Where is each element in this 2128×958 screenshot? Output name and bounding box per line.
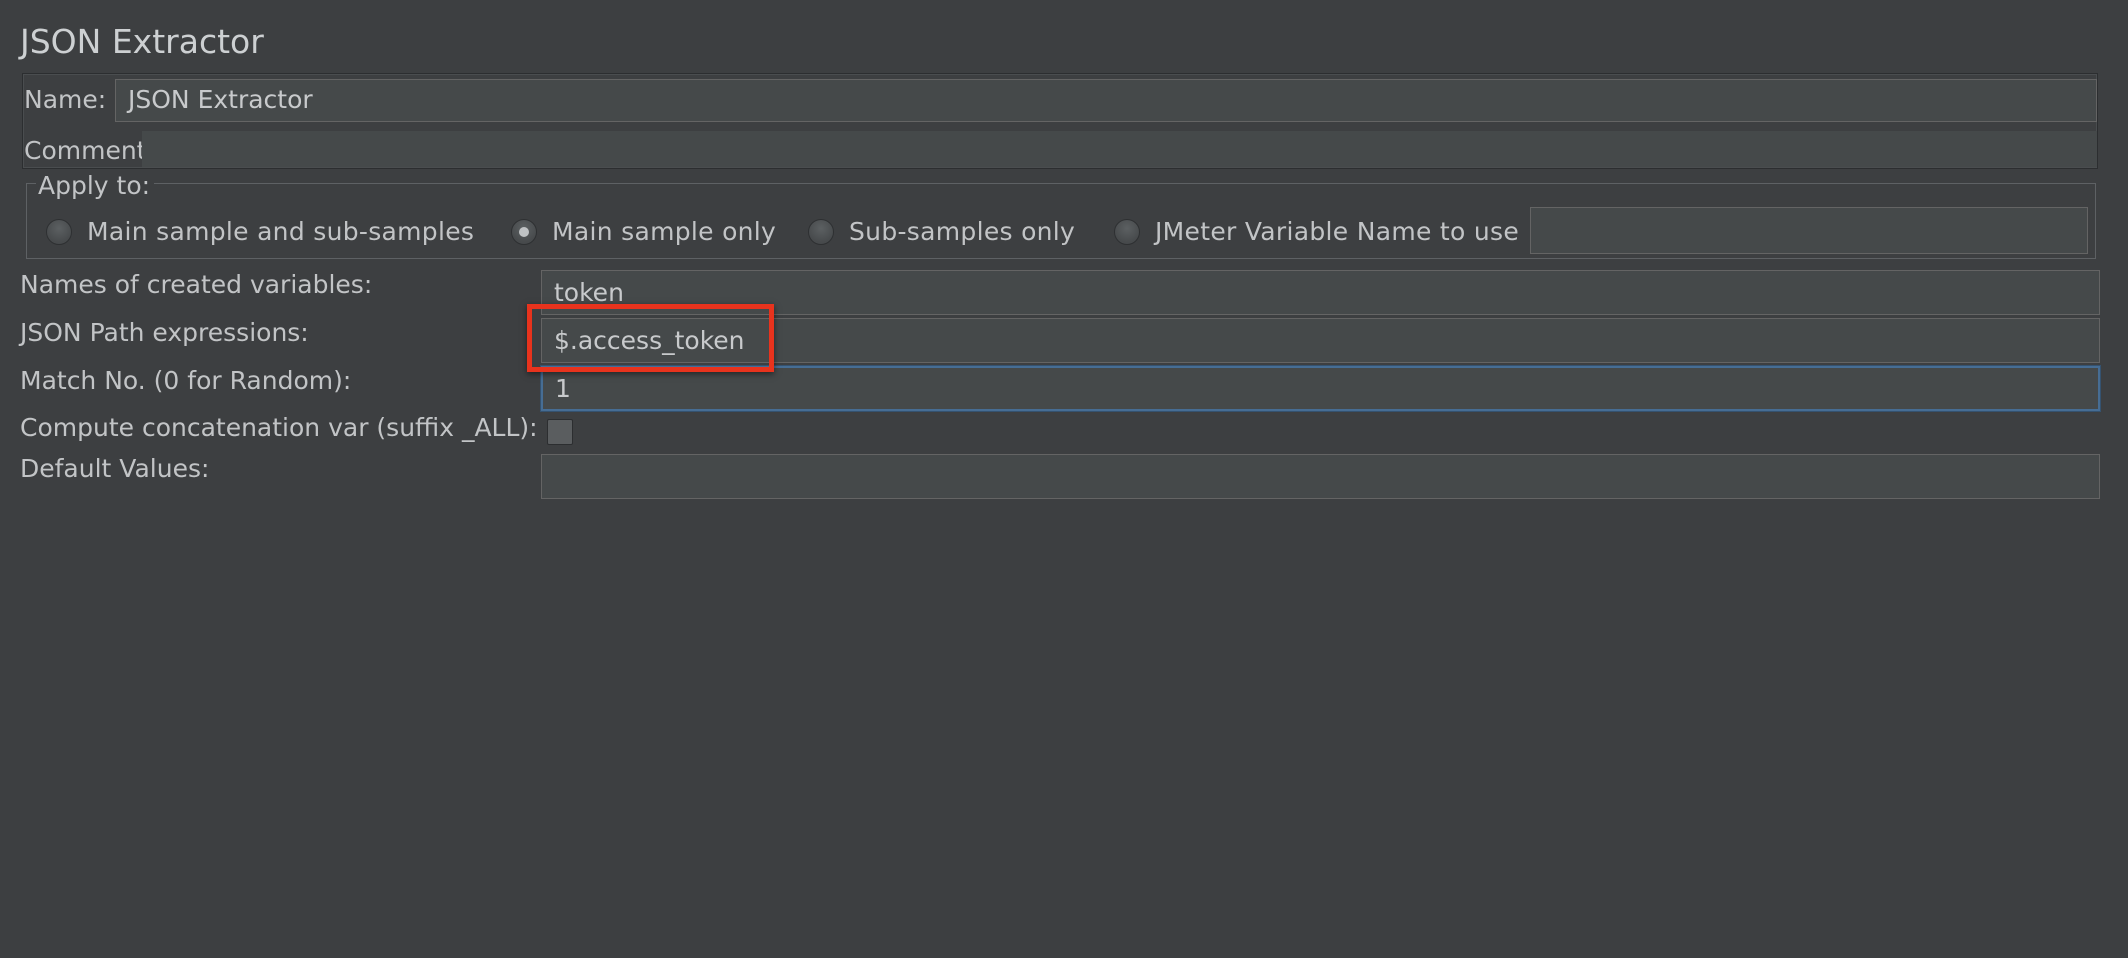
- comments-field[interactable]: [142, 131, 2097, 167]
- jmeter-variable-name-field[interactable]: [1530, 207, 2088, 254]
- radio-button-icon[interactable]: [1114, 218, 1140, 245]
- json-path-label: JSON Path expressions:: [20, 318, 309, 347]
- json-path-field[interactable]: $.access_token: [541, 318, 2100, 363]
- variables-label: Names of created variables:: [20, 270, 373, 299]
- radio-main-and-sub-samples[interactable]: Main sample and sub-samples: [46, 217, 474, 246]
- match-no-label: Match No. (0 for Random):: [20, 366, 352, 395]
- concat-checkbox[interactable]: [547, 419, 573, 445]
- name-label: Name:: [24, 85, 107, 114]
- radio-sub-samples-only[interactable]: Sub-samples only: [808, 217, 1075, 246]
- radio-label: Main sample only: [552, 217, 777, 246]
- apply-to-legend: Apply to:: [36, 170, 155, 202]
- radio-label: JMeter Variable Name to use: [1155, 217, 1519, 246]
- default-values-field[interactable]: [541, 454, 2100, 499]
- default-values-label: Default Values:: [20, 454, 210, 483]
- radio-button-checked-icon[interactable]: [511, 218, 537, 245]
- radio-main-sample-only[interactable]: Main sample only: [511, 217, 776, 246]
- radio-button-icon[interactable]: [46, 218, 72, 245]
- name-field[interactable]: JSON Extractor: [115, 79, 2097, 122]
- panel-title: JSON Extractor: [20, 22, 264, 61]
- radio-label: Main sample and sub-samples: [87, 217, 475, 246]
- radio-button-icon[interactable]: [808, 218, 834, 245]
- concat-label: Compute concatenation var (suffix _ALL):: [20, 413, 538, 442]
- variables-field[interactable]: token: [541, 270, 2100, 315]
- radio-label: Sub-samples only: [849, 217, 1076, 246]
- match-no-field[interactable]: 1: [541, 366, 2100, 411]
- radio-jmeter-variable[interactable]: JMeter Variable Name to use: [1114, 217, 1519, 246]
